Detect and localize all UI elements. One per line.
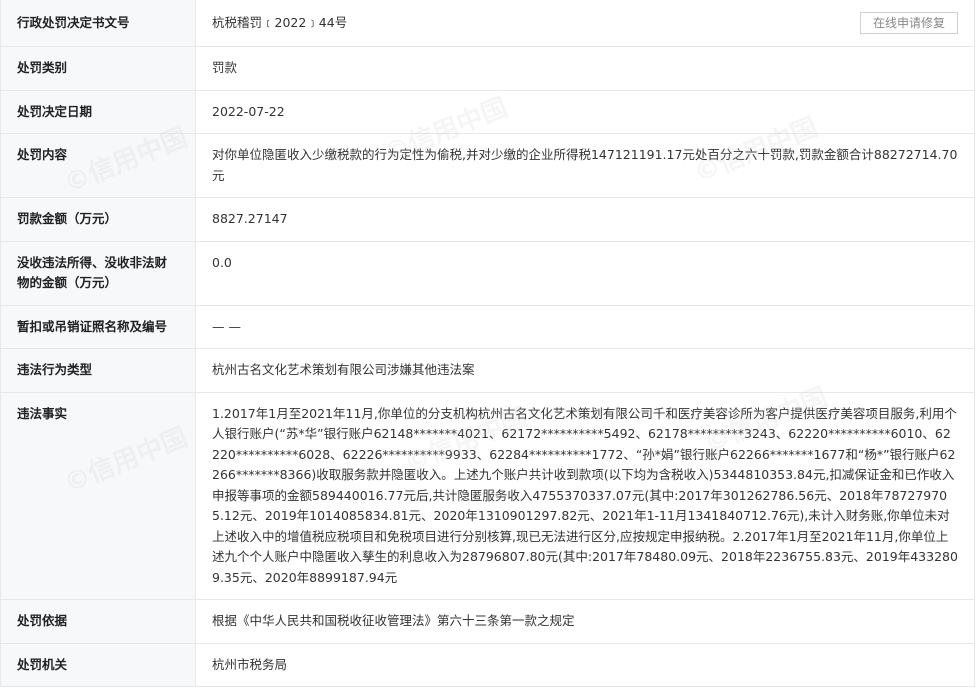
- field-value-authority: 杭州市税务局: [195, 643, 975, 687]
- table-row: 罚款金额（万元） 8827.27147: [0, 197, 975, 242]
- field-label-authority: 处罚机关: [0, 643, 196, 687]
- table-row: 处罚内容 对你单位隐匿收入少缴税款的行为定性为偷税,并对少缴的企业所得税1471…: [0, 133, 975, 198]
- field-value-violation-type: 杭州古名文化艺术策划有限公司涉嫌其他违法案: [195, 348, 975, 393]
- table-row: 处罚依据 根据《中华人民共和国税收征收管理法》第六十三条第一款之规定: [0, 599, 975, 644]
- field-value-confiscation-amount: 0.0: [195, 241, 975, 306]
- field-label-penalty-content: 处罚内容: [0, 133, 196, 198]
- field-value-decision-date: 2022-07-22: [195, 90, 975, 134]
- field-value-penalty-content: 对你单位隐匿收入少缴税款的行为定性为偷税,并对少缴的企业所得税147121191…: [195, 133, 975, 198]
- table-row: 没收违法所得、没收非法财物的金额（万元） 0.0: [0, 241, 975, 306]
- table-row: 处罚类别 罚款: [0, 46, 975, 91]
- field-value-decision-number: 杭税稽罚﹝2022﹞44号 在线申请修复: [195, 0, 975, 47]
- table-row: 行政处罚决定书文号 杭税稽罚﹝2022﹞44号 在线申请修复: [0, 0, 975, 47]
- field-value-license-revocation: — —: [195, 305, 975, 349]
- field-label-decision-number: 行政处罚决定书文号: [0, 0, 196, 47]
- field-value-fine-amount: 8827.27147: [195, 197, 975, 242]
- decision-number-text: 杭税稽罚﹝2022﹞44号: [212, 15, 348, 30]
- table-row: 暂扣或吊销证照名称及编号 — —: [0, 305, 975, 349]
- table-row: 处罚机关 杭州市税务局: [0, 643, 975, 687]
- table-row: 违法事实 1.2017年1月至2021年11月,你单位的分支机构杭州古名文化艺术…: [0, 392, 975, 600]
- field-label-confiscation-amount: 没收违法所得、没收非法财物的金额（万元）: [0, 241, 196, 306]
- table-row: 处罚决定日期 2022-07-22: [0, 90, 975, 134]
- field-label-penalty-type: 处罚类别: [0, 46, 196, 91]
- field-value-violation-facts: 1.2017年1月至2021年11月,你单位的分支机构杭州古名文化艺术策划有限公…: [195, 392, 975, 600]
- field-label-violation-type: 违法行为类型: [0, 348, 196, 393]
- apply-repair-button[interactable]: 在线申请修复: [859, 12, 958, 34]
- table-row: 违法行为类型 杭州古名文化艺术策划有限公司涉嫌其他违法案: [0, 348, 975, 393]
- field-label-license-revocation: 暂扣或吊销证照名称及编号: [0, 305, 196, 349]
- penalty-detail-table: 行政处罚决定书文号 杭税稽罚﹝2022﹞44号 在线申请修复 处罚类别 罚款 处…: [0, 0, 975, 687]
- field-label-violation-facts: 违法事实: [0, 392, 196, 600]
- field-label-legal-basis: 处罚依据: [0, 599, 196, 644]
- field-label-decision-date: 处罚决定日期: [0, 90, 196, 134]
- field-value-penalty-type: 罚款: [195, 46, 975, 91]
- field-value-legal-basis: 根据《中华人民共和国税收征收管理法》第六十三条第一款之规定: [195, 599, 975, 644]
- field-label-fine-amount: 罚款金额（万元）: [0, 197, 196, 242]
